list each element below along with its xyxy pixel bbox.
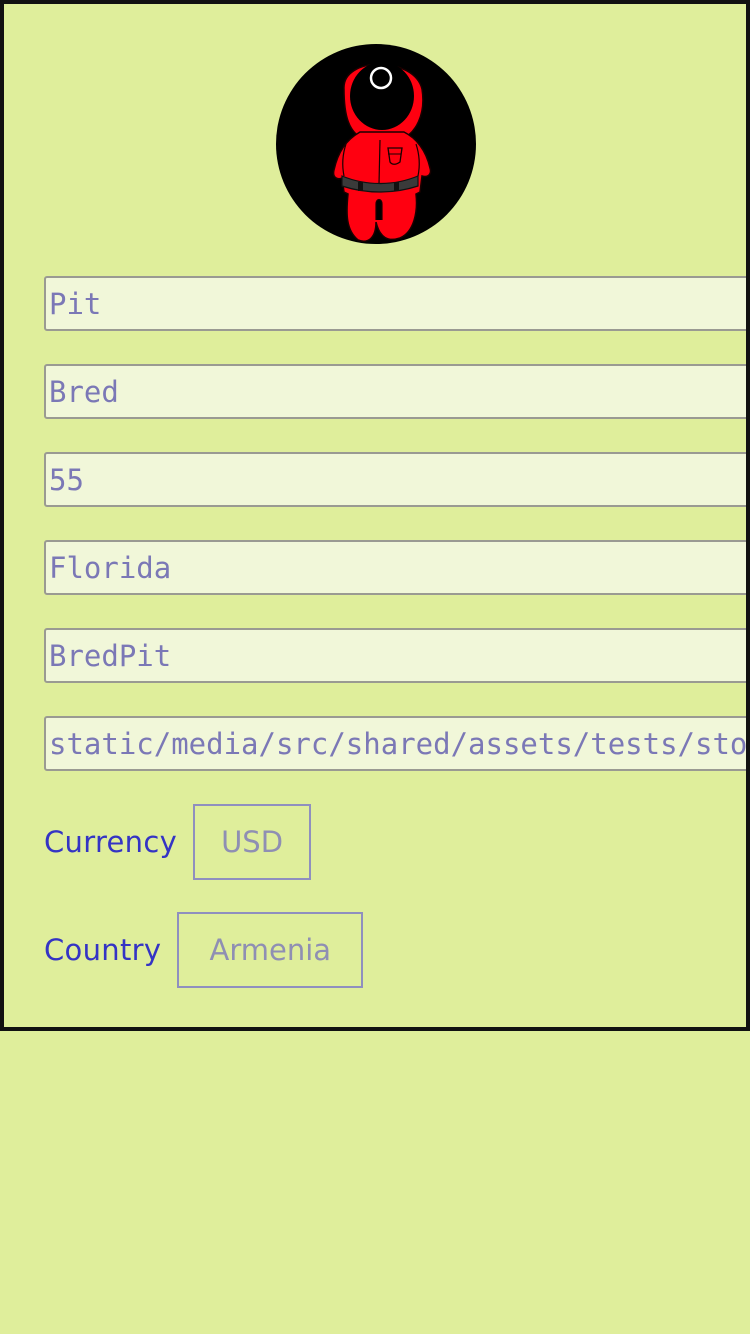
username-input[interactable] [44, 628, 746, 683]
currency-label: Currency [44, 825, 178, 859]
avatar-path-input[interactable] [44, 716, 746, 771]
first-name-input[interactable] [44, 276, 746, 331]
last-name-input[interactable] [44, 364, 746, 419]
masked-guard-icon [332, 62, 432, 242]
avatar [276, 44, 476, 244]
currency-row: Currency USD [44, 804, 312, 880]
currency-select[interactable]: USD [193, 804, 312, 880]
country-select[interactable]: Armenia [177, 912, 364, 988]
city-input[interactable] [44, 540, 746, 595]
currency-value: USD [221, 825, 284, 859]
profile-card: Currency USD Country Armenia [0, 0, 750, 1031]
country-row: Country Armenia [44, 912, 364, 988]
country-value: Armenia [209, 933, 332, 967]
country-label: Country [44, 933, 162, 967]
age-input[interactable] [44, 452, 746, 507]
